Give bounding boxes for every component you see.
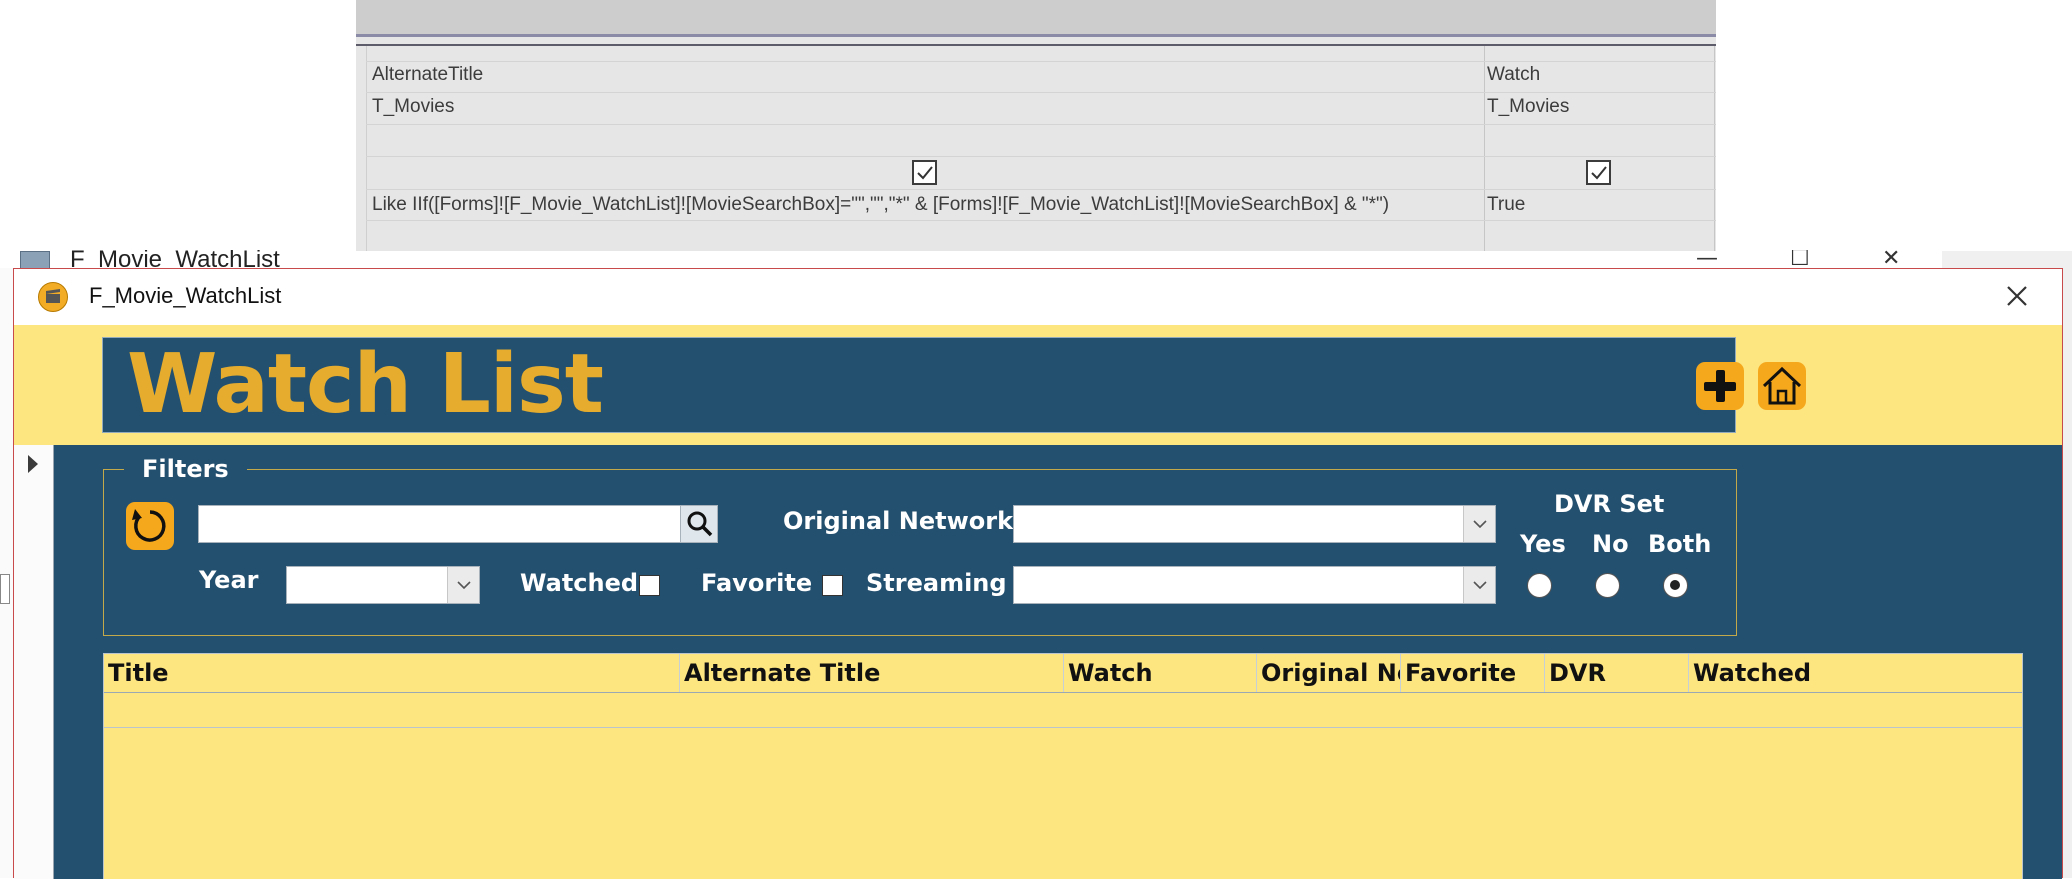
background-window-title: F_Movie_WatchList [70,250,280,268]
grid-show-checkbox[interactable] [912,160,937,185]
home-button[interactable] [1758,362,1806,410]
search-button[interactable] [680,505,718,543]
dvr-no-label: No [1592,530,1629,558]
table-row[interactable] [104,693,2022,728]
column-header-dvr[interactable]: DVR [1545,654,1689,692]
watchlist-datasheet: Title Alternate Title Watch Original Net… [103,653,2023,879]
chevron-down-icon[interactable] [1463,567,1495,603]
grid-show-checkbox[interactable] [1586,160,1611,185]
dvr-both-radio[interactable] [1663,573,1688,598]
form-window: F_Movie_WatchList Watch List Filters Ori… [13,268,2063,879]
refresh-icon [132,509,166,542]
grid-row-line [366,124,1716,125]
background-form-icon [20,251,50,269]
column-header-title[interactable]: Title [104,654,680,692]
grid-row-line [366,220,1716,221]
grid-row-line [366,61,1716,62]
add-movie-button[interactable] [1696,362,1744,410]
dvr-both-label: Both [1648,530,1712,558]
reset-filters-button[interactable] [126,502,174,550]
window-titlebar: F_Movie_WatchList [14,269,2062,325]
column-header-watched[interactable]: Watched [1689,654,2022,692]
background-minimize-icon[interactable]: — [1696,250,1718,268]
dvr-set-label: DVR Set [1554,490,1665,518]
chevron-down-icon[interactable] [1463,506,1495,542]
column-header-original-network[interactable]: Original Network [1257,654,1401,692]
dvr-yes-radio[interactable] [1527,573,1552,598]
background-maximize-icon[interactable]: ☐ [1790,250,1810,268]
grid-row-line [366,189,1716,190]
search-icon [687,511,713,537]
filters-legend: Filters [124,455,247,483]
grid-criteria-cell[interactable]: True [1487,194,1525,216]
grid-row-line [366,156,1716,157]
watched-checkbox[interactable] [639,575,660,596]
original-network-dropdown[interactable] [1013,505,1496,543]
window-title: F_Movie_WatchList [89,283,282,308]
page-title: Watch List [127,337,604,432]
background-close-icon[interactable]: ✕ [1882,250,1900,268]
pane-divider-dark [356,44,1716,46]
dvr-no-radio[interactable] [1595,573,1620,598]
streaming-label: Streaming [866,569,1007,597]
query-design-grid: AlternateTitle T_Movies Like IIf([Forms]… [356,0,1716,251]
grid-table-cell[interactable]: T_Movies [1487,96,1569,118]
movie-search-box[interactable] [198,505,682,543]
grid-field-cell[interactable]: Watch [1487,64,1540,86]
pane-divider [356,34,1716,37]
close-icon[interactable] [2002,281,2032,311]
background-control [0,574,10,604]
query-table-pane [356,0,1716,34]
year-label: Year [199,566,259,594]
favorite-checkbox[interactable] [822,575,843,596]
original-network-label: Original Network [783,507,1014,535]
record-pointer-icon [28,455,38,473]
watched-label: Watched [520,569,639,597]
plus-icon [1704,370,1736,402]
grid-table-cell[interactable]: T_Movies [372,96,454,118]
column-header-alternate-title[interactable]: Alternate Title [680,654,1064,692]
home-icon [1762,366,1802,405]
favorite-label: Favorite [701,569,813,597]
record-selector[interactable] [14,445,54,879]
column-header-favorite[interactable]: Favorite [1401,654,1545,692]
filters-group [103,469,1737,636]
year-dropdown[interactable] [286,566,480,604]
background-left-edge [0,268,13,878]
clapperboard-icon [38,282,68,312]
header-banner: Watch List [102,337,1806,433]
streaming-dropdown[interactable] [1013,566,1496,604]
grid-row-line [366,92,1716,93]
dvr-yes-label: Yes [1520,530,1566,558]
column-header-watch[interactable]: Watch [1064,654,1257,692]
chevron-down-icon[interactable] [447,567,479,603]
grid-field-cell[interactable]: AlternateTitle [372,64,483,86]
grid-criteria-cell[interactable]: Like IIf([Forms]![F_Movie_WatchList]![Mo… [372,194,1389,216]
